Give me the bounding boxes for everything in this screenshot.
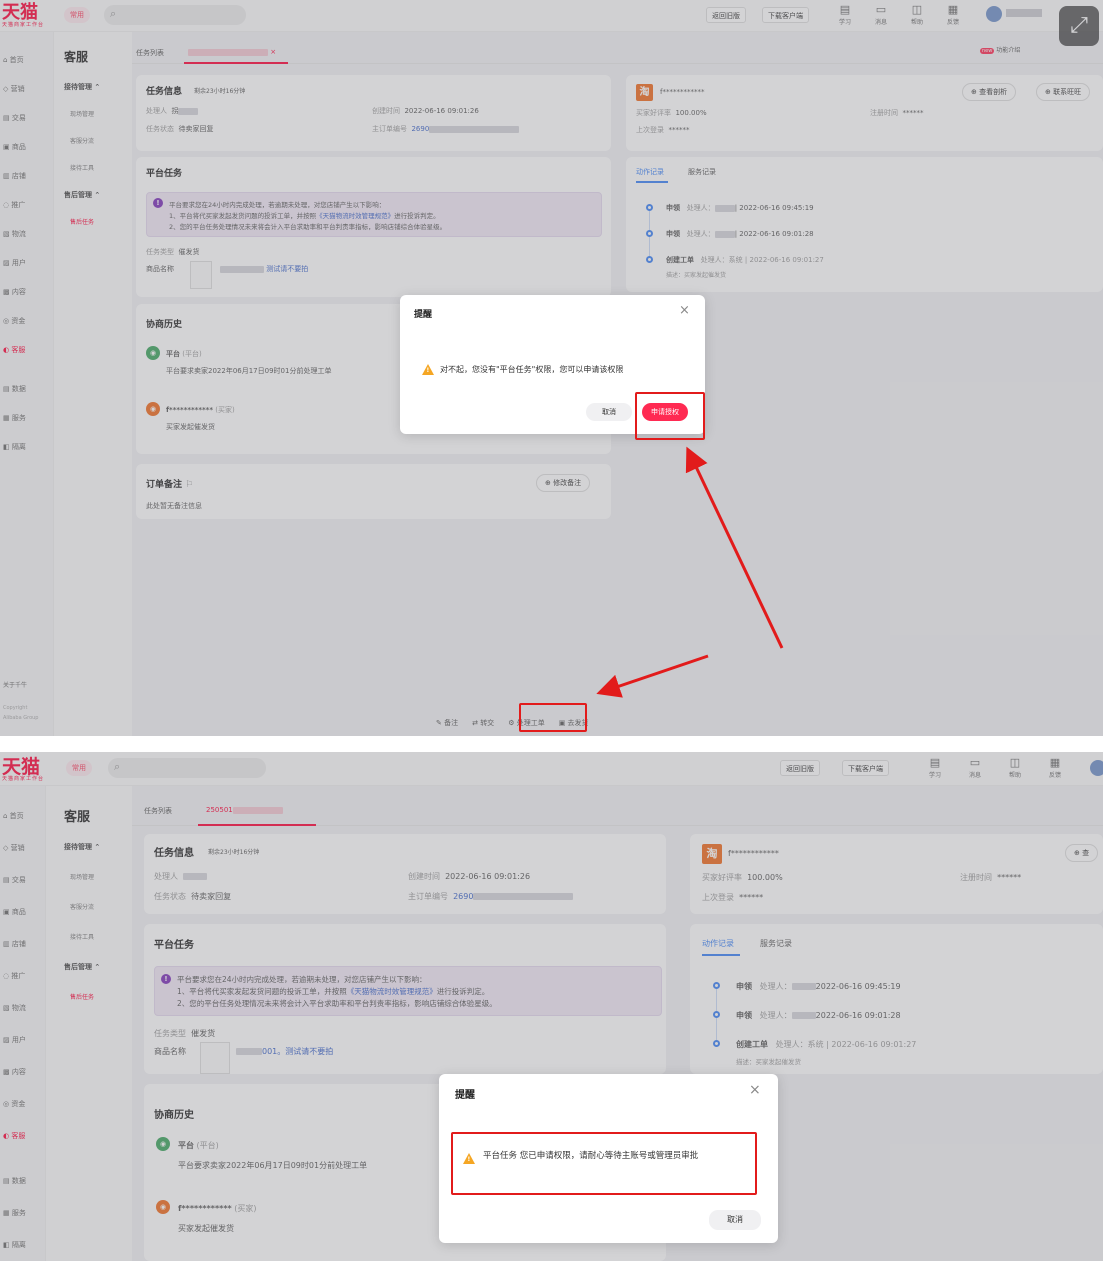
modal-title: 提醒 (455, 1090, 475, 1101)
annotation-box (451, 1132, 757, 1195)
screenshot-1: 天猫 天猫商家工作台 常用 ⌕ 返回旧版 下载客户端 ▤ 学习 ▭ 消息 ◫ 帮助 ▦ 反… (0, 0, 1103, 736)
annotation-arrows (596, 446, 784, 698)
screenshot-2: 天猫 天猫商家工作台 常用 ⌕ 返回旧版 下载客户端 ▤ 学习 ▭ 消息 ◫ 帮助 ▦ 反… (0, 752, 1103, 1261)
modal-close-icon[interactable]: × (749, 1082, 761, 1098)
screenshot-separator (0, 736, 1103, 752)
modal-cancel-button[interactable]: 取消 (709, 1210, 761, 1230)
